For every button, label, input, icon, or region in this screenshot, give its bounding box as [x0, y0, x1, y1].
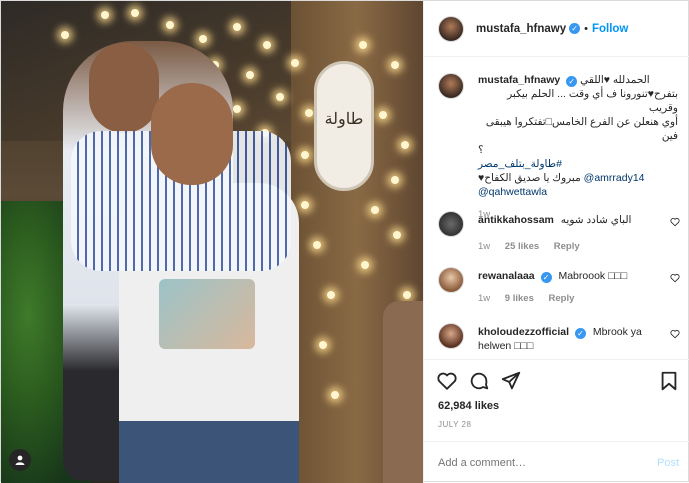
- heart-icon[interactable]: [670, 217, 680, 227]
- caption-username[interactable]: mustafa_hfnawy: [478, 74, 560, 86]
- avatar[interactable]: [438, 73, 464, 99]
- comment-likes[interactable]: 9 likes: [505, 293, 534, 304]
- caption-text-line3: أوي هنعلن عن الفرع الخامس□تفتكروا هيبقى …: [485, 116, 678, 142]
- post-photo[interactable]: طاولة: [1, 1, 423, 483]
- avatar[interactable]: [438, 15, 464, 42]
- separator-dot: •: [584, 22, 588, 35]
- avatar[interactable]: [438, 267, 464, 293]
- verified-icon: ✓: [540, 272, 552, 283]
- verified-icon: ✓: [569, 23, 581, 34]
- comment-input[interactable]: [438, 456, 638, 469]
- bookmark-icon[interactable]: [658, 370, 680, 392]
- comment-likes[interactable]: 25 likes: [505, 241, 539, 252]
- action-icons: [436, 370, 681, 394]
- likes-count[interactable]: 62,984 likes: [438, 400, 499, 412]
- comments-list[interactable]: mustafa_hfnawy ✓ الحمدلله ♥اللقي بتفرح♥ت…: [424, 57, 689, 359]
- share-icon[interactable]: [500, 370, 522, 392]
- photo-jeans: [119, 421, 299, 483]
- comment-text: الباي شادد شويه: [560, 214, 632, 226]
- heart-icon[interactable]: [670, 329, 680, 339]
- follow-button[interactable]: Follow: [592, 23, 628, 35]
- caption-text-line4: ؟: [478, 144, 484, 156]
- photo-bystander: [383, 301, 423, 483]
- header-username[interactable]: mustafa_hfnawy: [476, 23, 566, 35]
- photo-head-back: [89, 43, 159, 133]
- comment-username[interactable]: antikkahossam: [478, 214, 554, 226]
- verified-icon: ✓: [566, 76, 578, 87]
- reply-button[interactable]: Reply: [554, 241, 580, 252]
- caption-mention-1[interactable]: @amrrady14: [584, 172, 645, 184]
- tag-user-icon[interactable]: [9, 449, 31, 471]
- post-actions: 62,984 likes JULY 28: [424, 359, 689, 441]
- avatar[interactable]: [438, 323, 464, 349]
- post-side-panel: mustafa_hfnawy ✓ • Follow mustafa_hfnawy…: [423, 1, 689, 483]
- caption-mention-2[interactable]: @qahwettawla: [478, 186, 547, 198]
- comment-time: 1w: [478, 293, 491, 304]
- post-header: mustafa_hfnawy ✓ • Follow: [424, 1, 689, 57]
- avatar[interactable]: [438, 211, 464, 237]
- heart-icon[interactable]: [436, 370, 458, 392]
- add-comment-bar: Post: [424, 441, 689, 483]
- heart-icon[interactable]: [670, 273, 680, 283]
- caption-text-line1: الحمدلله ♥اللقي: [580, 74, 650, 86]
- post-comment-button[interactable]: Post: [657, 457, 679, 469]
- reply-button[interactable]: Reply: [549, 293, 575, 304]
- comment-username[interactable]: kholoudezzofficial: [478, 326, 569, 338]
- photo-tshirt-print: [159, 279, 255, 349]
- post-frame: طاولة mustafa_hfnawy ✓ • Follow mustafa_…: [0, 0, 689, 483]
- photo-head-front: [151, 83, 233, 185]
- caption-text-line5: ♥مبروك يا صديق الكفاح: [478, 172, 581, 184]
- verified-icon: ✓: [574, 328, 586, 339]
- comment-text: Mabroook □□□: [558, 270, 628, 282]
- comment-time: 1w: [478, 241, 491, 252]
- caption-text-line2: بتفرح♥تنورونا ف أي وقت ... الحلم بيكبر و…: [507, 88, 678, 114]
- comment-icon[interactable]: [468, 370, 490, 392]
- comment-username[interactable]: rewanalaaa: [478, 270, 535, 282]
- post-date[interactable]: JULY 28: [438, 420, 471, 429]
- caption-hashtag[interactable]: #طاولة_بتلف_مصر: [478, 158, 562, 170]
- cafe-sign-text: طاولة: [324, 109, 364, 128]
